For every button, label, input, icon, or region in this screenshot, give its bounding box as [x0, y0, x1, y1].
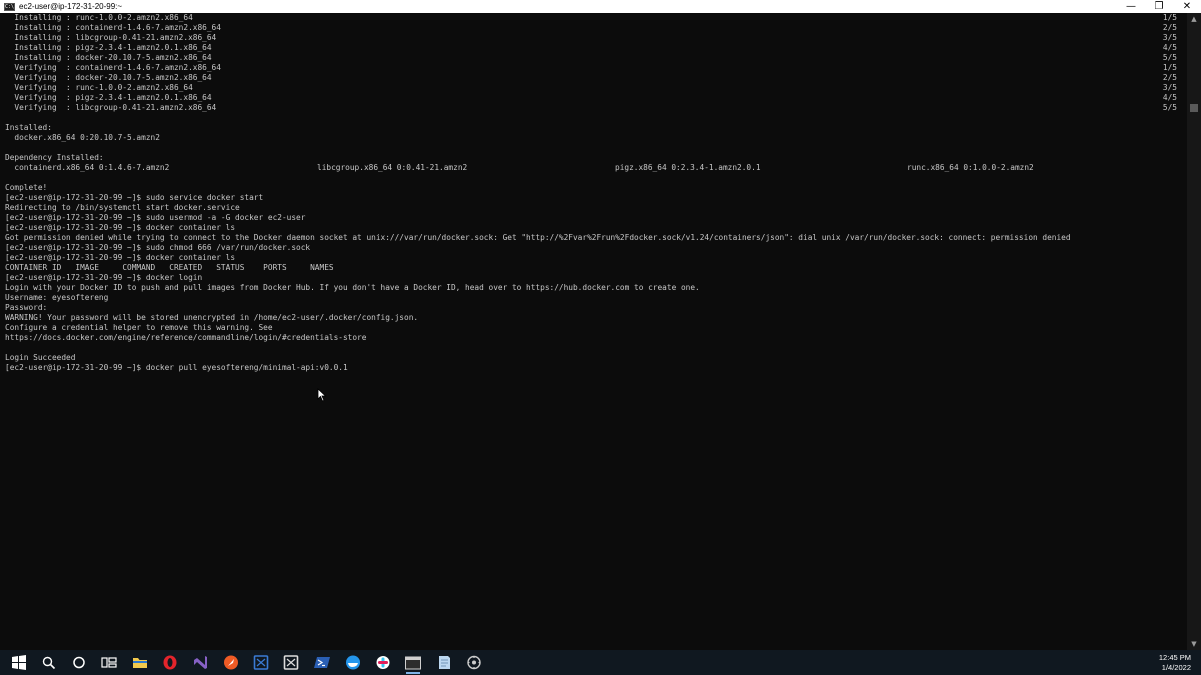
terminal-line: Installing : pigz-2.3.4-1.amzn2.0.1.x86_…: [5, 43, 212, 52]
terminal-line: Login Succeeded: [5, 353, 76, 362]
taskbar-cortana[interactable]: [70, 654, 88, 671]
terminal-line: docker.x86_64 0:20.10.7-5.amzn2: [5, 133, 160, 142]
terminal-line: Installed:: [5, 123, 52, 132]
system-clock[interactable]: 12:45 PM 1/4/2022: [1141, 653, 1191, 673]
terminal-line: Configure a credential helper to remove …: [5, 323, 273, 332]
taskbar-powershell[interactable]: [313, 654, 331, 671]
taskbar-opera[interactable]: [161, 654, 179, 671]
terminal-line: [ec2-user@ip-172-31-20-99 ~]$ sudo servi…: [5, 193, 264, 202]
install-progress-count: 5/5: [1162, 103, 1177, 112]
postman-icon: [224, 655, 238, 670]
scroll-down-arrow-icon[interactable]: ▼: [1187, 638, 1201, 650]
terminal-line: Redirecting to /bin/systemctl start dock…: [5, 203, 240, 212]
taskbar-app-white[interactable]: [282, 654, 300, 671]
scroll-thumb[interactable]: [1190, 103, 1198, 112]
terminal-line: Installing : runc-1.0.0-2.amzn2.x86_64: [5, 13, 193, 22]
terminal-line: Installing : libcgroup-0.41-21.amzn2.x86…: [5, 33, 217, 42]
terminal-line: [ec2-user@ip-172-31-20-99 ~]$ docker con…: [5, 223, 236, 232]
slack-icon: [376, 656, 390, 669]
terminal-line: Installing : containerd-1.4.6-7.amzn2.x8…: [5, 23, 221, 32]
terminal-line: [ec2-user@ip-172-31-20-99 ~]$ docker con…: [5, 253, 236, 262]
dependency-package: pigz.x86_64 0:2.3.4-1.amzn2.0.1: [615, 163, 761, 172]
install-progress-count: 2/5: [1162, 73, 1177, 82]
install-progress-count: 4/5: [1162, 93, 1177, 102]
install-progress-count: 1/5: [1162, 13, 1177, 22]
opera-icon: [163, 655, 177, 670]
minimize-button[interactable]: —: [1117, 0, 1145, 13]
taskbar-terminal[interactable]: [404, 654, 422, 674]
terminal-line: Username: eyesoftereng: [5, 293, 109, 302]
folder-icon: [133, 658, 147, 668]
dependency-package: containerd.x86_64 0:1.4.6-7.amzn2: [5, 163, 170, 172]
terminal-line: Got permission denied while trying to co…: [5, 233, 1071, 242]
search-icon: [42, 656, 56, 670]
window-titlebar: C:\ ec2-user@ip-172-31-20-99:~ — ❐ ✕: [0, 0, 1201, 13]
docker-icon: [346, 655, 360, 670]
powershell-icon: [314, 657, 330, 668]
install-progress-count: 1/5: [1162, 63, 1177, 72]
terminal-line: [ec2-user@ip-172-31-20-99 ~]$ sudo userm…: [5, 213, 306, 222]
window-title: ec2-user@ip-172-31-20-99:~: [19, 2, 123, 11]
terminal-line: Verifying : libcgroup-0.41-21.amzn2.x86_…: [5, 103, 217, 112]
taskbar-start[interactable]: [10, 654, 28, 671]
task-view-icon: [101, 657, 117, 668]
terminal-line: Complete!: [5, 183, 48, 192]
taskbar-slack[interactable]: [374, 654, 392, 671]
clock-time: 12:45 PM: [1158, 653, 1191, 662]
terminal-line: Installing : docker-20.10.7-5.amzn2.x86_…: [5, 53, 212, 62]
visual-studio-icon: [194, 656, 207, 669]
terminal-line: Verifying : pigz-2.3.4-1.amzn2.0.1.x86_6…: [5, 93, 212, 102]
app-icon: [253, 655, 269, 670]
scroll-up-arrow-icon[interactable]: ▲: [1187, 13, 1201, 25]
taskbar: 12:45 PM 1/4/2022: [0, 650, 1201, 675]
taskbar-postman[interactable]: [222, 654, 240, 671]
terminal-line: Login with your Docker ID to push and pu…: [5, 283, 700, 292]
install-progress-count: 3/5: [1162, 33, 1177, 42]
mouse-cursor-icon: [317, 388, 327, 402]
terminal-icon: [405, 656, 421, 670]
taskbar-app-gear[interactable]: [465, 654, 483, 671]
taskbar-visual-studio[interactable]: [191, 654, 209, 671]
terminal-line: [ec2-user@ip-172-31-20-99 ~]$ docker log…: [5, 273, 203, 282]
taskbar-file-explorer[interactable]: [131, 654, 149, 671]
terminal-line: Verifying : runc-1.0.0-2.amzn2.x86_64: [5, 83, 193, 92]
taskbar-search[interactable]: [40, 654, 58, 671]
window-controls: — ❐ ✕: [1117, 0, 1201, 13]
taskbar-docker[interactable]: [344, 654, 362, 671]
dependency-package: runc.x86_64 0:1.0.0-2.amzn2: [907, 163, 1034, 172]
notepad-icon: [439, 656, 450, 669]
terminal-line: WARNING! Your password will be stored un…: [5, 313, 419, 322]
windows-logo-icon: [12, 655, 26, 670]
taskbar-task-view[interactable]: [100, 654, 118, 671]
taskbar-app-blue[interactable]: [252, 654, 270, 671]
install-progress-count: 5/5: [1162, 53, 1177, 62]
clock-date: 1/4/2022: [1161, 663, 1191, 672]
vertical-scrollbar[interactable]: ▲ ▼: [1187, 13, 1201, 650]
terminal-line: CONTAINER ID IMAGE COMMAND CREATED STATU…: [5, 263, 334, 272]
terminal-output[interactable]: Installing : runc-1.0.0-2.amzn2.x86_64 I…: [0, 13, 1187, 650]
install-progress-count: 3/5: [1162, 83, 1177, 92]
app-icon: [283, 655, 299, 670]
restore-button[interactable]: ❐: [1145, 0, 1173, 13]
close-button[interactable]: ✕: [1173, 0, 1201, 13]
terminal-line: Dependency Installed:: [5, 153, 104, 162]
install-progress-count: 4/5: [1162, 43, 1177, 52]
gear-icon: [467, 655, 481, 670]
install-progress-count: 2/5: [1162, 23, 1177, 32]
terminal-line: [ec2-user@ip-172-31-20-99 ~]$ docker pul…: [5, 363, 348, 372]
taskbar-notepad[interactable]: [435, 654, 453, 671]
terminal-line: Verifying : containerd-1.4.6-7.amzn2.x86…: [5, 63, 221, 72]
terminal-line: Verifying : docker-20.10.7-5.amzn2.x86_6…: [5, 73, 212, 82]
circle-icon: [73, 656, 85, 669]
dependency-package: libcgroup.x86_64 0:0.41-21.amzn2: [317, 163, 468, 172]
terminal-line: [ec2-user@ip-172-31-20-99 ~]$ sudo chmod…: [5, 243, 311, 252]
terminal-line: Password:: [5, 303, 48, 312]
terminal-line: https://docs.docker.com/engine/reference…: [5, 333, 367, 342]
terminal-app-icon: C:\: [4, 2, 15, 11]
